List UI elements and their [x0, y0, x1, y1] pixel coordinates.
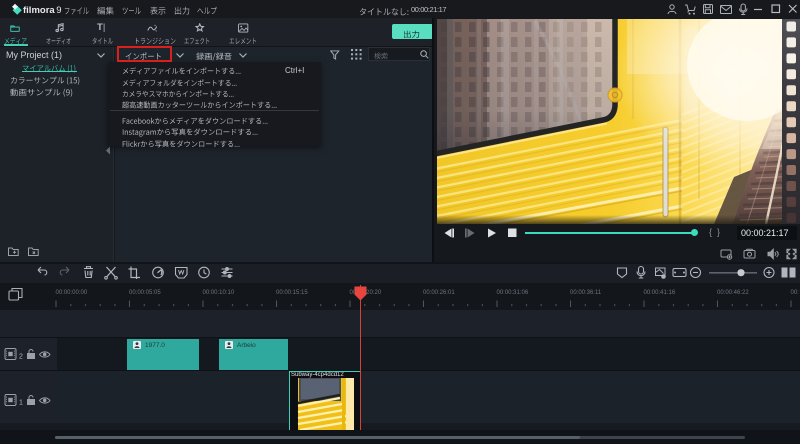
svg-text:00:00:05:05: 00:00:05:05 — [129, 290, 161, 296]
svg-text:00:00:41:16: 00:00:41:16 — [644, 290, 676, 296]
svg-text:1: 1 — [19, 400, 23, 407]
svg-text:00:00:31:06: 00:00:31:06 — [497, 290, 529, 296]
svg-text:2: 2 — [19, 354, 23, 361]
svg-text:00:00:46:22: 00:00:46:22 — [717, 290, 749, 296]
svg-text:00:00:10:10: 00:00:10:10 — [203, 290, 235, 296]
svg-text:00:00:00:00: 00:00:00:00 — [56, 290, 88, 296]
svg-text:00:00:26:01: 00:00:26:01 — [423, 290, 455, 296]
svg-text:00:: 00: — [791, 290, 800, 296]
svg-text:00:00:15:15: 00:00:15:15 — [276, 290, 308, 296]
svg-text:00:00:36:11: 00:00:36:11 — [570, 290, 602, 296]
